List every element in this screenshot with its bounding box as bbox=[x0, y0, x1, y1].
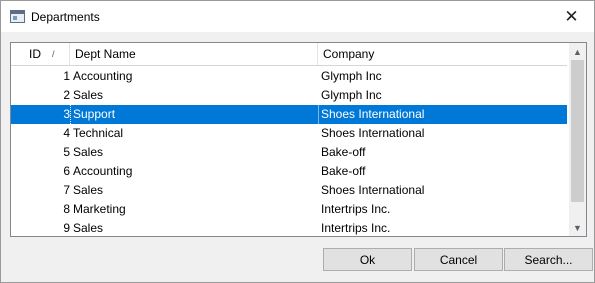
window-app-icon bbox=[10, 10, 25, 23]
cell-dept-name: Sales bbox=[73, 221, 104, 235]
table-row[interactable]: 1 Accounting Glymph Inc bbox=[11, 67, 567, 86]
table-row[interactable]: 8 Marketing Intertrips Inc. bbox=[11, 200, 567, 219]
departments-dialog: Departments ✕ ID / Dept Name Company 1 Ac… bbox=[0, 0, 595, 283]
search-button[interactable]: Search... bbox=[504, 248, 593, 271]
cell-company: Intertrips Inc. bbox=[321, 202, 391, 216]
cell-company: Intertrips Inc. bbox=[321, 221, 391, 235]
column-header-dept-name[interactable]: Dept Name bbox=[70, 43, 318, 65]
cell-dept-name: Sales bbox=[73, 183, 104, 197]
ok-button[interactable]: Ok bbox=[323, 248, 412, 271]
cell-dept-name: Marketing bbox=[73, 202, 126, 216]
vertical-scrollbar[interactable]: ▲ ▼ bbox=[569, 43, 586, 236]
window-title: Departments bbox=[31, 10, 100, 24]
close-icon[interactable]: ✕ bbox=[549, 1, 594, 32]
table-row[interactable]: 9 Sales Intertrips Inc. bbox=[11, 219, 567, 236]
cell-dept-name: Technical bbox=[73, 126, 124, 140]
column-header-id[interactable]: ID / bbox=[11, 43, 70, 65]
grid-header: ID / Dept Name Company bbox=[11, 43, 567, 66]
column-header-company[interactable]: Company bbox=[318, 43, 567, 65]
cell-id: 8 bbox=[63, 202, 70, 216]
cell-company: Glymph Inc bbox=[321, 69, 382, 83]
cell-company: Bake-off bbox=[321, 145, 366, 159]
column-header-id-label: ID bbox=[29, 47, 41, 61]
cell-dept-name: Accounting bbox=[73, 69, 133, 83]
sort-ascending-icon: / bbox=[52, 49, 55, 59]
scroll-up-icon[interactable]: ▲ bbox=[569, 43, 586, 60]
cell-id: 7 bbox=[63, 183, 70, 197]
cell-company: Glymph Inc bbox=[321, 88, 382, 102]
cell-id: 3 bbox=[63, 107, 70, 121]
cell-company: Shoes International bbox=[321, 126, 425, 140]
scroll-down-icon[interactable]: ▼ bbox=[569, 219, 586, 236]
cell-company: Shoes International bbox=[321, 183, 425, 197]
table-row[interactable]: 5 Sales Bake-off bbox=[11, 143, 567, 162]
cancel-button[interactable]: Cancel bbox=[414, 248, 503, 271]
cell-id: 9 bbox=[63, 221, 70, 235]
cell-id: 4 bbox=[63, 126, 70, 140]
cell-dept-name: Accounting bbox=[73, 164, 133, 178]
scroll-thumb[interactable] bbox=[571, 60, 584, 202]
table-row[interactable]: 4 Technical Shoes International bbox=[11, 124, 567, 143]
table-row[interactable]: 6 Accounting Bake-off bbox=[11, 162, 567, 181]
cell-dept-name: Support bbox=[70, 105, 318, 124]
cell-id: 5 bbox=[63, 145, 70, 159]
cell-id: 2 bbox=[63, 88, 70, 102]
table-row[interactable]: 3 Support Shoes International bbox=[11, 105, 567, 124]
cell-company: Bake-off bbox=[321, 164, 366, 178]
cell-dept-name: Sales bbox=[73, 145, 104, 159]
departments-grid[interactable]: ID / Dept Name Company 1 Accounting Glymph… bbox=[10, 42, 587, 237]
table-row[interactable]: 2 Sales Glymph Inc bbox=[11, 86, 567, 105]
table-row[interactable]: 7 Sales Shoes International bbox=[11, 181, 567, 200]
title-bar: Departments ✕ bbox=[1, 1, 594, 32]
cell-id: 1 bbox=[63, 69, 70, 83]
cell-dept-name: Sales bbox=[73, 88, 104, 102]
cell-company: Shoes International bbox=[318, 105, 567, 124]
cell-id: 6 bbox=[63, 164, 70, 178]
